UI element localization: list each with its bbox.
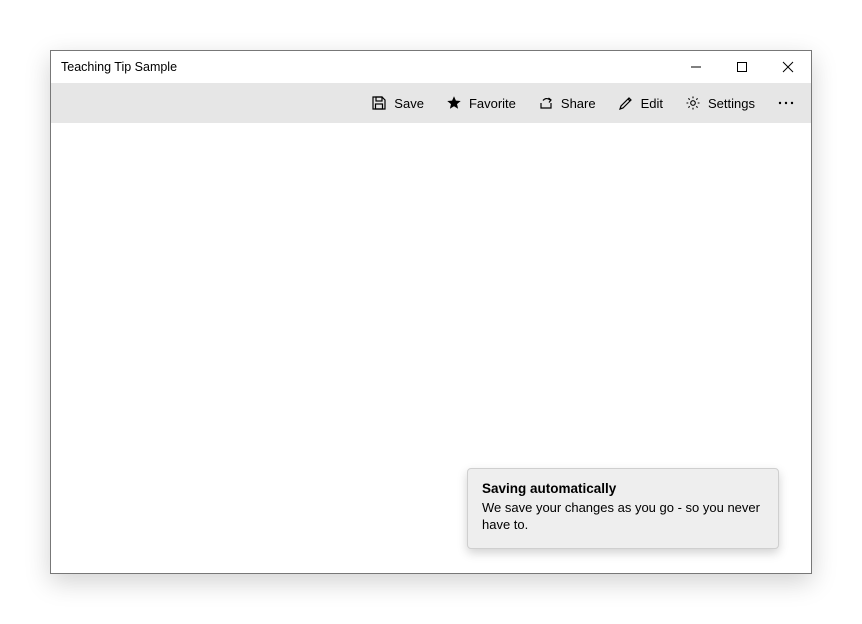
more-icon (777, 95, 795, 111)
close-icon (782, 61, 794, 73)
save-label: Save (394, 96, 424, 111)
share-button[interactable]: Share (528, 85, 606, 121)
command-bar: Save Favorite Share Edit (51, 83, 811, 123)
edit-icon (618, 95, 634, 111)
settings-label: Settings (708, 96, 755, 111)
save-icon (371, 95, 387, 111)
star-icon (446, 95, 462, 111)
more-button[interactable] (767, 85, 805, 121)
edit-button[interactable]: Edit (608, 85, 673, 121)
favorite-label: Favorite (469, 96, 516, 111)
app-window: Teaching Tip Sample Save (50, 50, 812, 574)
share-icon (538, 95, 554, 111)
minimize-button[interactable] (673, 51, 719, 83)
edit-label: Edit (641, 96, 663, 111)
save-button[interactable]: Save (361, 85, 434, 121)
content-area: Saving automatically We save your change… (51, 123, 811, 573)
settings-button[interactable]: Settings (675, 85, 765, 121)
minimize-icon (690, 61, 702, 73)
share-label: Share (561, 96, 596, 111)
teaching-tip: Saving automatically We save your change… (467, 468, 779, 549)
maximize-icon (736, 61, 748, 73)
close-button[interactable] (765, 51, 811, 83)
window-controls (673, 51, 811, 83)
titlebar: Teaching Tip Sample (51, 51, 811, 83)
window-title: Teaching Tip Sample (61, 60, 673, 74)
maximize-button[interactable] (719, 51, 765, 83)
teaching-tip-title: Saving automatically (482, 481, 764, 496)
gear-icon (685, 95, 701, 111)
favorite-button[interactable]: Favorite (436, 85, 526, 121)
teaching-tip-body: We save your changes as you go - so you … (482, 499, 764, 534)
